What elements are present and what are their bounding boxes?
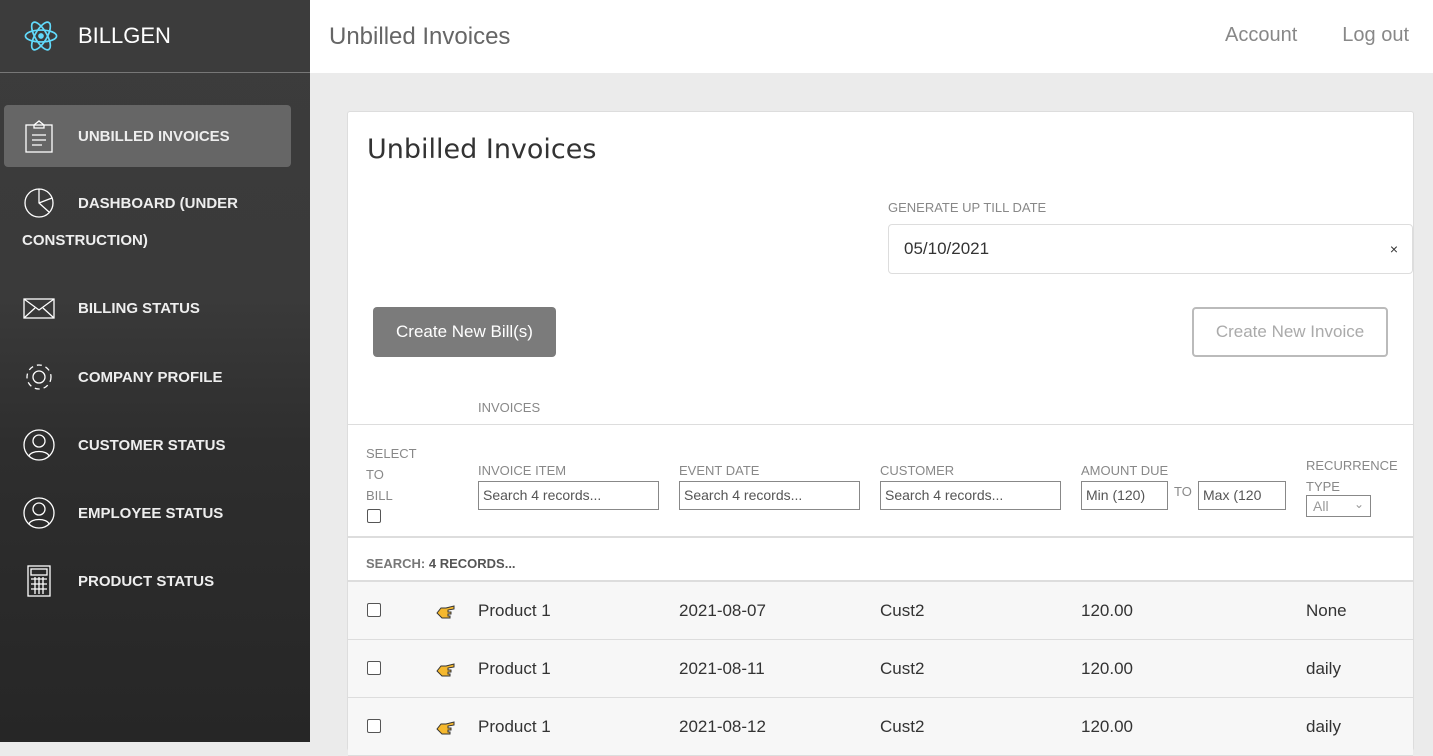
customer: Cust2 bbox=[880, 601, 925, 620]
pointing-hand-icon[interactable] bbox=[436, 720, 456, 736]
amount-due: 120.00 bbox=[1081, 659, 1133, 678]
event-date: 2021-08-11 bbox=[679, 659, 765, 678]
invoices-card: Unbilled Invoices GENERATE UP TILL DATE … bbox=[347, 111, 1414, 756]
pointing-hand-icon[interactable] bbox=[436, 662, 456, 678]
recurrence-type: daily bbox=[1306, 717, 1341, 736]
invoices-section-label: INVOICES bbox=[478, 400, 541, 415]
sidebar-item-label: COMPANY PROFILE bbox=[78, 368, 223, 386]
calculator-icon bbox=[27, 565, 51, 597]
customer: Cust2 bbox=[880, 659, 925, 678]
logout-link[interactable]: Log out bbox=[1342, 24, 1409, 47]
invoice-item-header: INVOICE ITEM bbox=[478, 463, 567, 478]
clear-date-icon[interactable]: × bbox=[1390, 241, 1398, 257]
divider bbox=[348, 536, 1413, 538]
pointing-hand-icon[interactable] bbox=[436, 604, 456, 620]
customer-header: CUSTOMER bbox=[880, 463, 955, 478]
select-all-checkbox[interactable] bbox=[367, 509, 381, 523]
sidebar-item-product-status[interactable]: PRODUCT STATUS bbox=[4, 563, 291, 599]
sidebar-item-customer-status[interactable]: CUSTOMER STATUS bbox=[4, 427, 291, 463]
create-invoice-button[interactable]: Create New Invoice bbox=[1192, 307, 1388, 357]
recurrence-type: None bbox=[1306, 601, 1347, 620]
pie-chart-icon bbox=[24, 188, 54, 218]
sidebar-item-company-profile[interactable]: COMPANY PROFILE bbox=[4, 359, 291, 395]
sidebar-item-label: EMPLOYEE STATUS bbox=[78, 504, 224, 522]
sidebar-item-employee-status[interactable]: EMPLOYEE STATUS bbox=[4, 495, 291, 531]
sidebar-item-label: PRODUCT STATUS bbox=[78, 572, 215, 590]
sidebar-item-label: DASHBOARD (UNDER bbox=[78, 194, 238, 212]
gear-icon bbox=[26, 364, 52, 390]
brand-name: BILLGEN bbox=[78, 23, 171, 48]
sidebar-item-unbilled-invoices[interactable]: UNBILLED INVOICES bbox=[4, 105, 291, 167]
sidebar-item-label-cont: CONSTRUCTION) bbox=[22, 232, 148, 249]
event-date: 2021-08-12 bbox=[679, 717, 766, 736]
sidebar-item-label: CUSTOMER STATUS bbox=[78, 436, 226, 454]
create-bills-button[interactable]: Create New Bill(s) bbox=[373, 307, 556, 357]
recurrence-select[interactable]: All ⌄ bbox=[1306, 495, 1371, 517]
clipboard-icon bbox=[25, 120, 53, 153]
customer-filter[interactable]: Search 4 records... bbox=[880, 481, 1061, 510]
row-checkbox[interactable] bbox=[367, 719, 381, 733]
brand: BILLGEN bbox=[0, 0, 310, 73]
sidebar-item-label: BILLING STATUS bbox=[78, 299, 200, 317]
recurrence-type: daily bbox=[1306, 659, 1341, 678]
sidebar-item-label: UNBILLED INVOICES bbox=[78, 127, 230, 145]
table-row[interactable]: Product 1 2021-08-07 Cust2 120.00 None bbox=[348, 582, 1413, 640]
customer: Cust2 bbox=[880, 717, 925, 736]
sidebar-item-dashboard[interactable]: DASHBOARD (UNDER bbox=[4, 185, 291, 221]
page-title: Unbilled Invoices bbox=[329, 22, 511, 50]
event-date-filter[interactable]: Search 4 records... bbox=[679, 481, 860, 510]
invoice-item: Product 1 bbox=[478, 601, 551, 620]
chevron-down-icon: ⌄ bbox=[1353, 497, 1364, 511]
invoice-item: Product 1 bbox=[478, 717, 551, 736]
event-date-header: EVENT DATE bbox=[679, 463, 760, 478]
row-checkbox[interactable] bbox=[367, 603, 381, 617]
table-row[interactable]: Product 1 2021-08-12 Cust2 120.00 daily bbox=[348, 698, 1413, 756]
react-atom-icon bbox=[24, 21, 58, 51]
top-header: Unbilled Invoices Account Log out bbox=[310, 0, 1433, 73]
row-checkbox[interactable] bbox=[367, 661, 381, 675]
select-to-bill-header: SELECT TO BILL bbox=[366, 446, 417, 503]
invoice-item: Product 1 bbox=[478, 659, 551, 678]
divider bbox=[348, 424, 1413, 425]
sidebar: BILLGEN UNBILLED INVOICES DASHBOARD (UND… bbox=[0, 0, 310, 742]
event-date: 2021-08-07 bbox=[679, 601, 766, 620]
search-summary: SEARCH: 4 records... bbox=[366, 556, 516, 571]
date-value: 05/10/2021 bbox=[904, 239, 990, 258]
to-label: TO bbox=[1174, 484, 1192, 499]
invoice-item-filter[interactable]: Search 4 records... bbox=[478, 481, 659, 510]
amount-min-filter[interactable]: Min (120) bbox=[1081, 481, 1168, 510]
sidebar-item-billing-status[interactable]: BILLING STATUS bbox=[4, 290, 291, 326]
amount-due: 120.00 bbox=[1081, 717, 1133, 736]
user-icon bbox=[23, 429, 55, 461]
envelope-icon bbox=[23, 298, 55, 319]
amount-max-filter[interactable]: Max (120 bbox=[1198, 481, 1286, 510]
date-label: GENERATE UP TILL DATE bbox=[888, 200, 1047, 215]
table-row[interactable]: Product 1 2021-08-11 Cust2 120.00 daily bbox=[348, 640, 1413, 698]
amount-due-header: AMOUNT DUE bbox=[1081, 463, 1169, 478]
recurrence-header: RECURRENCE TYPE bbox=[1306, 458, 1398, 494]
card-title: Unbilled Invoices bbox=[367, 134, 597, 165]
account-link[interactable]: Account bbox=[1225, 24, 1297, 47]
user-icon bbox=[23, 497, 55, 529]
amount-due: 120.00 bbox=[1081, 601, 1133, 620]
generate-date-input[interactable]: 05/10/2021 × bbox=[888, 224, 1413, 274]
